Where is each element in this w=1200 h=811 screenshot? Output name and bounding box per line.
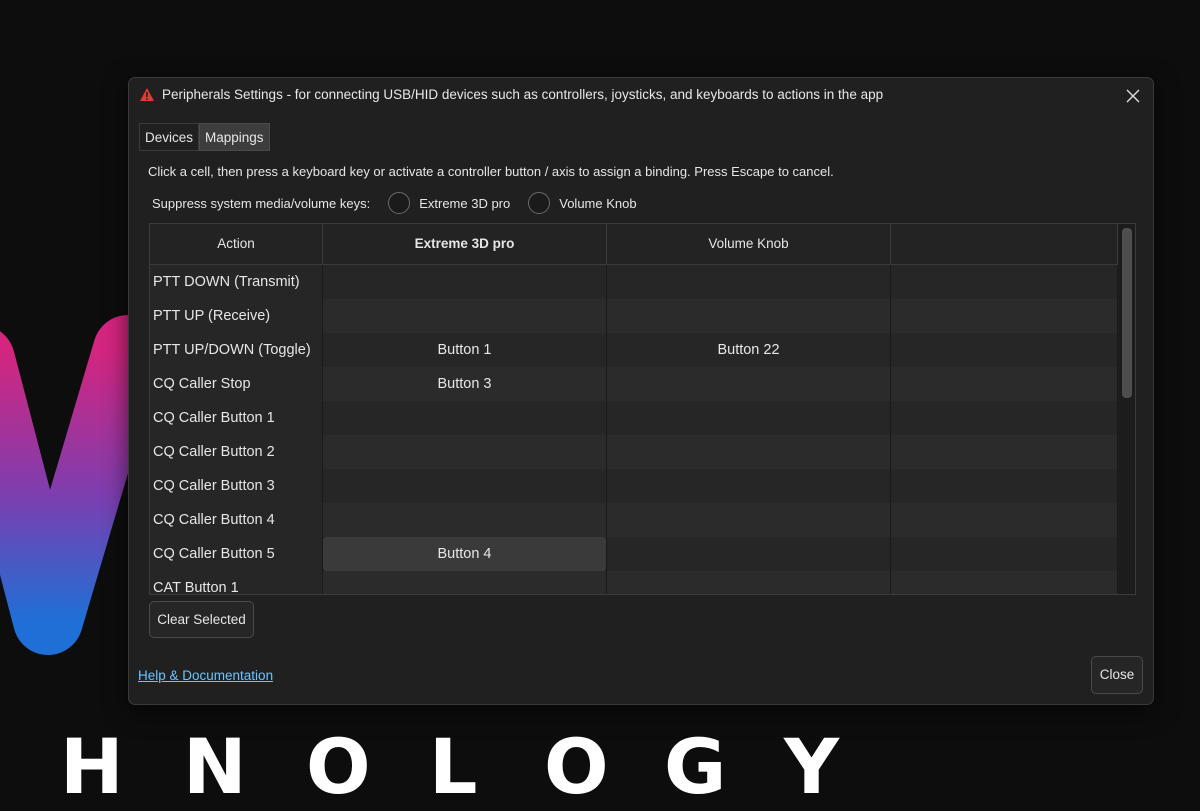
action-cell: CQ Caller Button 5	[150, 537, 323, 571]
binding-cell[interactable]	[323, 503, 607, 537]
table-row: CQ Caller Button 5 Button 4	[150, 537, 1118, 571]
action-cell: PTT UP (Receive)	[150, 299, 323, 333]
binding-cell[interactable]: Button 22	[607, 333, 891, 367]
binding-cell[interactable]	[607, 571, 891, 594]
binding-cell[interactable]	[891, 537, 1118, 571]
table-row: CAT Button 1	[150, 571, 1118, 594]
action-cell: PTT DOWN (Transmit)	[150, 265, 323, 299]
peripherals-settings-dialog: Peripherals Settings - for connecting US…	[128, 77, 1154, 705]
background-letter: G	[664, 722, 727, 811]
binding-cell[interactable]	[323, 571, 607, 594]
binding-cell[interactable]	[891, 299, 1118, 333]
binding-cell[interactable]: Button 1	[323, 333, 607, 367]
action-cell: CQ Caller Button 2	[150, 435, 323, 469]
tab-devices[interactable]: Devices	[139, 123, 200, 151]
background-letter: O	[306, 722, 371, 811]
binding-cell[interactable]	[607, 265, 891, 299]
binding-cell[interactable]	[323, 265, 607, 299]
column-header-device-1[interactable]: Extreme 3D pro	[323, 224, 607, 264]
background-letter: O	[544, 722, 609, 811]
close-icon[interactable]	[1121, 84, 1145, 108]
tab-mappings[interactable]: Mappings	[199, 123, 270, 151]
action-cell: CQ Caller Button 4	[150, 503, 323, 537]
binding-cell[interactable]	[607, 299, 891, 333]
action-cell: CQ Caller Button 3	[150, 469, 323, 503]
help-documentation-link[interactable]: Help & Documentation	[138, 668, 273, 683]
instructions-text: Click a cell, then press a keyboard key …	[148, 164, 834, 179]
binding-cell[interactable]	[891, 401, 1118, 435]
binding-cell[interactable]	[607, 469, 891, 503]
suppress-extreme-3d-pro-toggle[interactable]	[388, 192, 411, 214]
table-row: PTT UP (Receive)	[150, 299, 1118, 333]
table-row: CQ Caller Button 4	[150, 503, 1118, 537]
close-button[interactable]: Close	[1091, 656, 1143, 694]
suppress-option-label: Volume Knob	[559, 195, 637, 211]
table-row: PTT UP/DOWN (Toggle) Button 1 Button 22	[150, 333, 1118, 367]
binding-cell[interactable]	[607, 367, 891, 401]
column-header-empty	[891, 224, 1118, 264]
column-header-action[interactable]: Action	[150, 224, 323, 264]
background-word: H N O L O G Y	[60, 722, 860, 811]
column-header-device-2[interactable]: Volume Knob	[607, 224, 891, 264]
binding-cell[interactable]	[323, 299, 607, 333]
vertical-scrollbar[interactable]	[1119, 224, 1135, 594]
binding-cell[interactable]	[323, 435, 607, 469]
tab-bar: Devices Mappings	[139, 123, 270, 151]
binding-cell[interactable]	[891, 333, 1118, 367]
action-cell: PTT UP/DOWN (Toggle)	[150, 333, 323, 367]
scrollbar-thumb[interactable]	[1122, 228, 1132, 398]
suppress-row: Suppress system media/volume keys: Extre…	[152, 190, 655, 216]
title-bar: Peripherals Settings - for connecting US…	[129, 78, 1153, 114]
binding-cell[interactable]	[891, 265, 1118, 299]
background-letter: L	[429, 722, 478, 811]
binding-cell[interactable]	[607, 503, 891, 537]
binding-cell[interactable]: Button 3	[323, 367, 607, 401]
binding-cell[interactable]	[607, 435, 891, 469]
binding-cell[interactable]	[323, 469, 607, 503]
action-cell: CQ Caller Button 1	[150, 401, 323, 435]
binding-cell[interactable]	[891, 435, 1118, 469]
suppress-option-label: Extreme 3D pro	[419, 195, 511, 211]
background-letter: N	[183, 722, 247, 811]
table-row: PTT DOWN (Transmit)	[150, 265, 1118, 299]
clear-selected-button[interactable]: Clear Selected	[149, 601, 254, 638]
dialog-title: Peripherals Settings - for connecting US…	[162, 87, 884, 102]
table-row: CQ Caller Button 2	[150, 435, 1118, 469]
warning-triangle-icon	[140, 88, 154, 101]
binding-cell[interactable]	[891, 367, 1118, 401]
background-letter: Y	[784, 722, 840, 811]
mappings-table: Action Extreme 3D pro Volume Knob PTT DO…	[149, 223, 1136, 595]
binding-cell[interactable]	[607, 401, 891, 435]
suppress-label: Suppress system media/volume keys:	[152, 195, 371, 211]
binding-cell[interactable]	[607, 537, 891, 571]
binding-cell[interactable]	[891, 469, 1118, 503]
action-cell: CAT Button 1	[150, 571, 323, 594]
binding-cell[interactable]	[891, 503, 1118, 537]
binding-cell[interactable]: Button 4	[323, 537, 607, 571]
binding-cell[interactable]	[323, 401, 607, 435]
background-letter: H	[60, 722, 124, 811]
table-row: CQ Caller Button 1	[150, 401, 1118, 435]
table-row: CQ Caller Stop Button 3	[150, 367, 1118, 401]
action-cell: CQ Caller Stop	[150, 367, 323, 401]
table-row: CQ Caller Button 3	[150, 469, 1118, 503]
table-header: Action Extreme 3D pro Volume Knob	[150, 224, 1118, 265]
suppress-volume-knob-toggle[interactable]	[528, 192, 551, 214]
binding-cell[interactable]	[891, 571, 1118, 594]
table-body: PTT DOWN (Transmit) PTT UP (Receive) PTT U…	[150, 265, 1118, 594]
